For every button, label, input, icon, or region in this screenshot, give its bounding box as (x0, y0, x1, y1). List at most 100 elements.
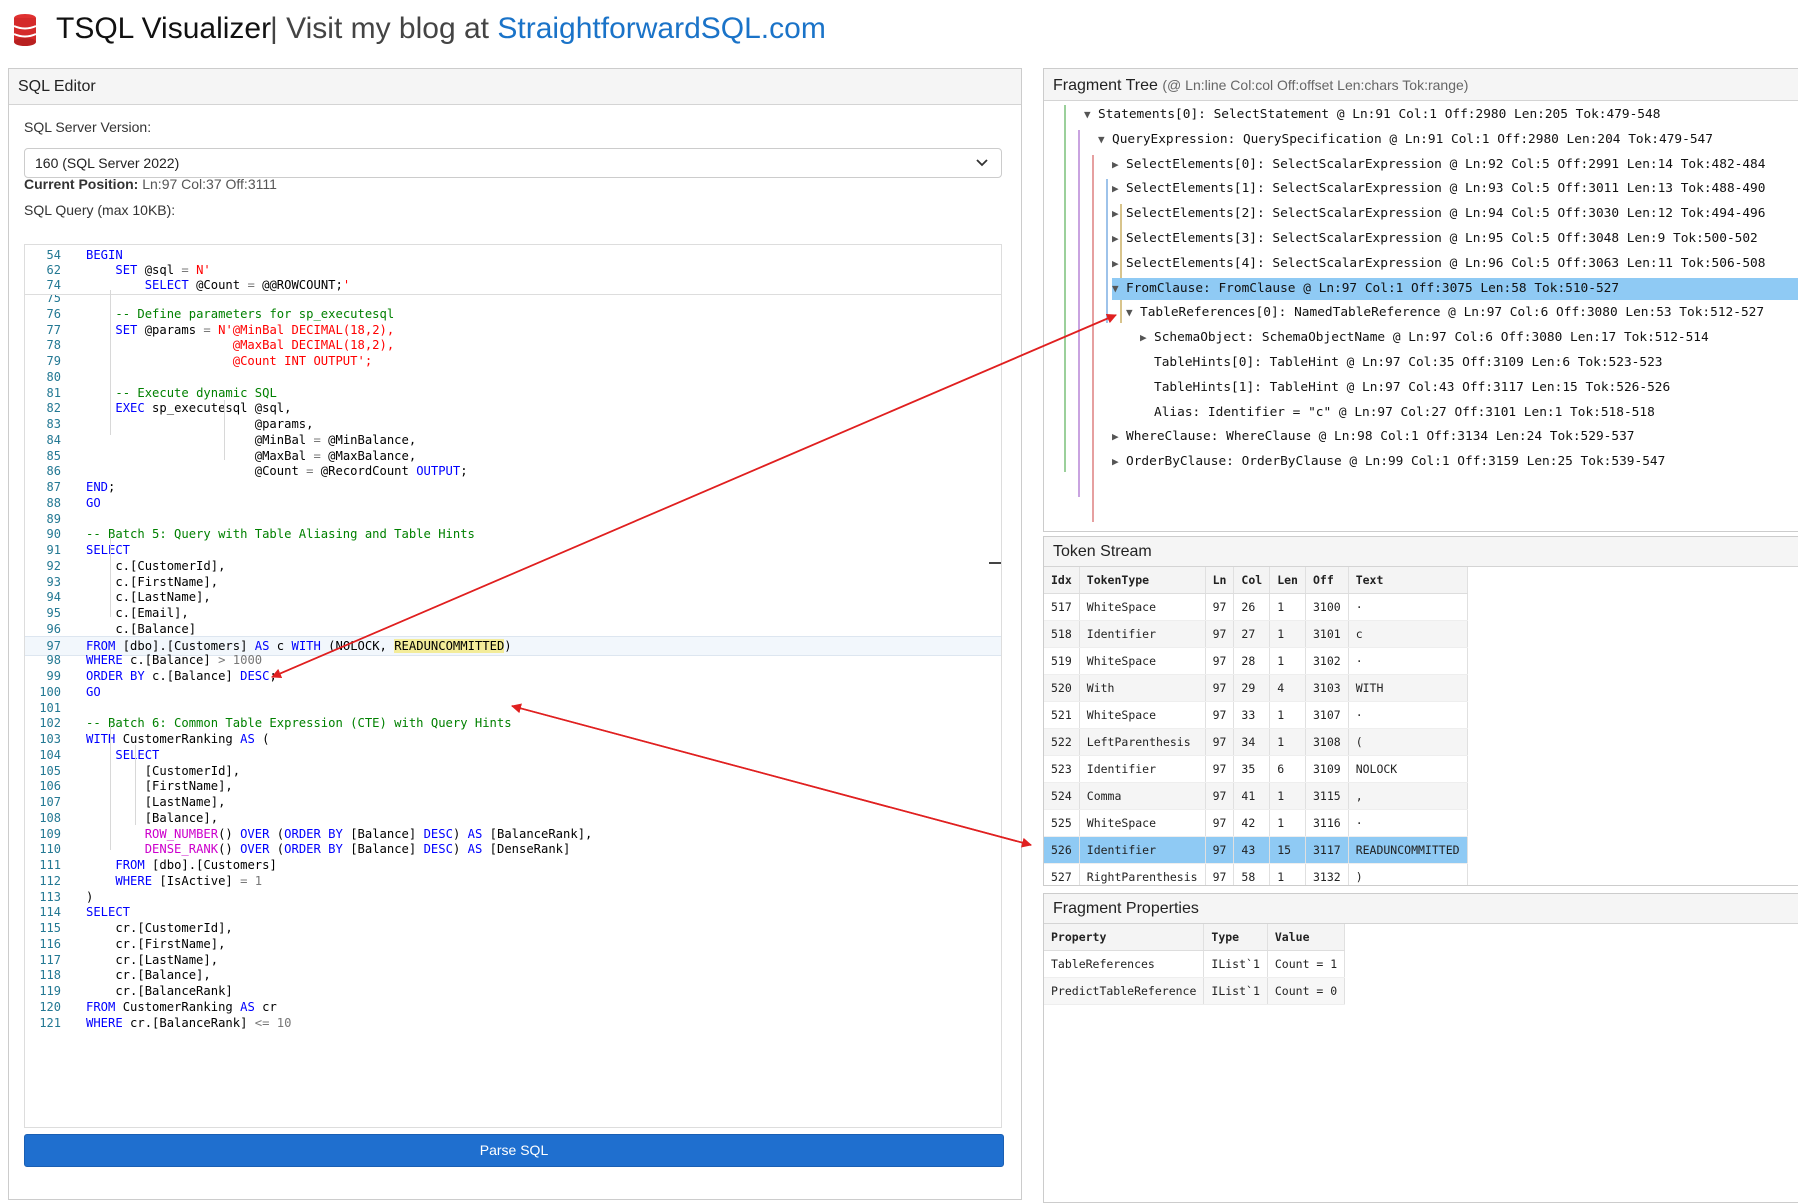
tree-node[interactable]: ▶ SelectElements[1]: SelectScalarExpressi… (1112, 178, 1765, 200)
fragment-properties-title: Fragment Properties (1044, 894, 1798, 924)
token-column-header[interactable]: Len (1269, 567, 1306, 594)
token-column-header[interactable]: Ln (1205, 567, 1235, 594)
token-cell: 97 (1205, 863, 1235, 885)
tree-node[interactable]: ▶ SelectElements[0]: SelectScalarExpressi… (1112, 154, 1765, 176)
token-cell: RightParenthesis (1079, 863, 1206, 885)
token-cell: 97 (1205, 809, 1235, 837)
sql-editor-title: SQL Editor (9, 69, 1021, 105)
triangle-right-icon[interactable]: ▶ (1112, 178, 1126, 200)
token-cell: 1 (1269, 620, 1306, 648)
token-cell: 525 (1044, 809, 1080, 837)
token-cell: 6 (1269, 755, 1306, 783)
token-cell: 517 (1044, 593, 1080, 621)
tree-node[interactable]: ▼ FromClause: FromClause @ Ln:97 Col:1 Of… (1112, 277, 1798, 300)
token-row[interactable]: 522 LeftParenthesis 97 34 1 3108( (1044, 728, 1468, 756)
property-row[interactable]: PredictTableReference IList`1 Count = 0 (1044, 977, 1346, 1005)
token-column-header[interactable]: Col (1233, 567, 1271, 594)
token-cell: 3132 (1305, 863, 1349, 885)
token-stream-title: Token Stream (1044, 537, 1798, 567)
token-cell: 3103 (1305, 674, 1349, 702)
tree-node[interactable]: ▼ TableReferences[0]: NamedTableReference… (1126, 302, 1764, 324)
property-column-header[interactable]: Value (1267, 924, 1346, 951)
token-cell: 97 (1205, 728, 1235, 756)
token-row[interactable]: 519 WhiteSpace 97 28 1 3102 · (1044, 647, 1468, 675)
tree-node[interactable]: ▼ Statements[0]: SelectStatement @ Ln:91 … (1084, 104, 1660, 126)
token-row[interactable]: 518 Identifier 97 27 1 3101 c (1044, 620, 1468, 648)
tree-node[interactable]: ▶ SelectElements[3]: SelectScalarExpressi… (1112, 228, 1758, 250)
version-value: 160 (SQL Server 2022) (35, 155, 180, 171)
fragment-properties-panel: Fragment Properties Property Type Value Ta… (1043, 893, 1798, 1203)
tree-node[interactable]: ▶ SelectElements[2]: SelectScalarExpressi… (1112, 203, 1765, 225)
token-cell: 43 (1233, 836, 1271, 864)
code-editor[interactable]: 75 76 -- Define parameters for sp_execute… (24, 244, 1002, 1128)
version-select[interactable]: 160 (SQL Server 2022) (24, 148, 1002, 178)
tree-node[interactable]: Alias: Identifier = "c" @ Ln:97 Col:27 O… (1140, 402, 1655, 424)
token-row[interactable]: 527 RightParenthesis 97 58 1 3132) (1044, 863, 1468, 885)
tree-node[interactable]: ▶ OrderByClause: OrderByClause @ Ln:99 Co… (1112, 451, 1665, 473)
triangle-down-icon[interactable]: ▼ (1098, 129, 1112, 151)
triangle-right-icon[interactable]: ▶ (1140, 327, 1154, 349)
token-row[interactable]: 525 WhiteSpace 97 42 1 3116 · (1044, 809, 1468, 837)
tree-node[interactable]: ▶ SchemaObject: SchemaObjectName @ Ln:97 … (1140, 327, 1709, 349)
token-row[interactable]: 520 With 97 29 4 3103 WITH (1044, 674, 1468, 702)
sticky-line-74[interactable]: 74 SELECT @Count = @@ROWCOUNT;' (25, 276, 1001, 295)
token-cell: , (1348, 782, 1468, 810)
token-cell: 42 (1233, 809, 1271, 837)
triangle-down-icon[interactable]: ▼ (1112, 278, 1126, 300)
token-cell: 3107 (1305, 701, 1349, 729)
triangle-right-icon[interactable]: ▶ (1112, 451, 1126, 473)
tree-node-label: SchemaObject: SchemaObjectName @ Ln:97 C… (1154, 330, 1709, 346)
code-line-121[interactable]: 121 WHERE cr.[BalanceRank] <= 10 (25, 1014, 1001, 1032)
triangle-down-icon[interactable]: ▼ (1084, 104, 1098, 126)
token-cell: · (1348, 809, 1468, 837)
token-cell: 3116 (1305, 809, 1349, 837)
tree-node-label: Alias: Identifier = "c" @ Ln:97 Col:27 O… (1154, 404, 1655, 420)
property-column-header[interactable]: Property (1044, 924, 1205, 951)
token-cell: 520 (1044, 674, 1080, 702)
indent-guide (110, 725, 111, 850)
triangle-right-icon[interactable]: ▶ (1112, 203, 1126, 225)
tree-node-label: SelectElements[4]: SelectScalarExpressio… (1126, 255, 1766, 271)
property-column-header[interactable]: Type (1203, 924, 1268, 951)
blog-link[interactable]: StraightforwardSQL.com (497, 12, 825, 45)
scrollbar-marker[interactable] (989, 562, 1001, 564)
token-cell: 3115 (1305, 782, 1349, 810)
triangle-right-icon[interactable]: ▶ (1112, 154, 1126, 176)
token-row[interactable]: 521 WhiteSpace 97 33 1 3107 · (1044, 701, 1468, 729)
token-cell: 523 (1044, 755, 1080, 783)
token-cell: 4 (1269, 674, 1306, 702)
token-cell: Identifier (1079, 620, 1206, 648)
triangle-right-icon[interactable]: ▶ (1112, 228, 1126, 250)
token-cell: Comma (1079, 782, 1206, 810)
tree-node[interactable]: ▼ QueryExpression: QuerySpecification @ L… (1098, 129, 1713, 151)
tree-node[interactable]: ▶ WhereClause: WhereClause @ Ln:98 Col:1 … (1112, 426, 1635, 448)
tree-node[interactable]: TableHints[1]: TableHint @ Ln:97 Col:43 … (1140, 377, 1670, 399)
token-cell: · (1348, 647, 1468, 675)
token-cell: 1 (1269, 809, 1306, 837)
tree-node[interactable]: ▶ SelectElements[4]: SelectScalarExpressi… (1112, 253, 1765, 275)
token-column-header[interactable]: Idx (1044, 567, 1080, 594)
token-table-header: Idx TokenType Ln Col Len Off Text (1044, 567, 1468, 594)
tree-node[interactable]: TableHints[0]: TableHint @ Ln:97 Col:35 … (1140, 352, 1663, 374)
parse-sql-button[interactable]: Parse SQL (24, 1134, 1004, 1167)
tree-node-label: Statements[0]: SelectStatement @ Ln:91 C… (1098, 107, 1661, 122)
token-cell: 97 (1205, 701, 1235, 729)
token-row[interactable]: 523 Identifier 97 35 6 3109 NOLOCK (1044, 755, 1468, 783)
token-cell: 97 (1205, 674, 1235, 702)
triangle-right-icon[interactable]: ▶ (1112, 426, 1126, 448)
triangle-down-icon[interactable]: ▼ (1126, 302, 1140, 324)
token-cell: 29 (1233, 674, 1271, 702)
token-cell: 1 (1269, 647, 1306, 675)
token-cell: WhiteSpace (1079, 647, 1206, 675)
position-label: Current Position: (24, 176, 139, 192)
token-column-header[interactable]: Off (1305, 567, 1349, 594)
token-row[interactable]: 526 Identifier 97 43 15 3117 READUNCOMMITTED (1044, 836, 1468, 864)
token-cell: Identifier (1079, 836, 1206, 864)
token-column-header[interactable]: TokenType (1079, 567, 1206, 594)
token-column-header[interactable]: Text (1348, 567, 1468, 594)
property-row[interactable]: TableReferences IList`1 Count = 1 (1044, 950, 1346, 978)
token-row[interactable]: 524 Comma 97 41 1 3115, (1044, 782, 1468, 810)
triangle-right-icon[interactable]: ▶ (1112, 253, 1126, 275)
token-row[interactable]: 517 WhiteSpace 97 26 1 3100 · (1044, 593, 1468, 621)
token-cell: 1 (1269, 863, 1306, 885)
